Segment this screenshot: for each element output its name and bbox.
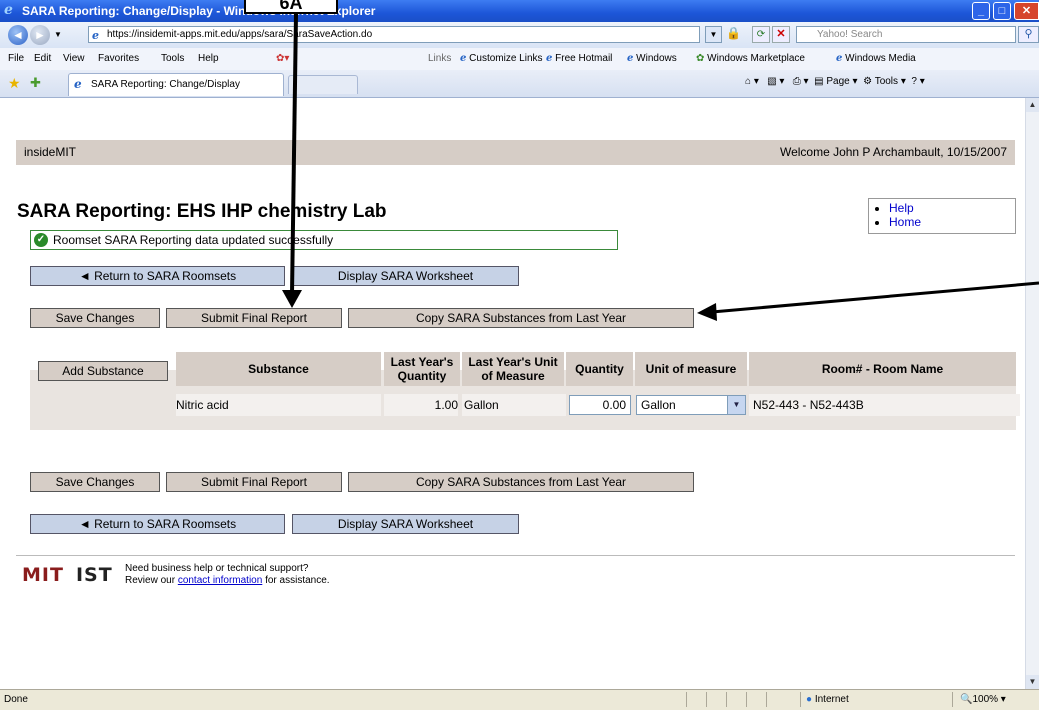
return-to-roomsets-button-bottom[interactable]: ◄ Return to SARA Roomsets	[30, 514, 285, 534]
tab-bar: ★ ✚ e SARA Reporting: Change/Display ⌂ ▾…	[0, 70, 1039, 98]
display-worksheet-button-bottom[interactable]: Display SARA Worksheet	[292, 514, 519, 534]
scroll-down-icon[interactable]: ▼	[1026, 675, 1039, 689]
menu-favorites[interactable]: Favorites	[98, 53, 139, 64]
vertical-scrollbar[interactable]: ▲ ▼	[1025, 98, 1039, 689]
return-to-roomsets-button[interactable]: ◄ Return to SARA Roomsets	[30, 266, 285, 286]
save-changes-button[interactable]: Save Changes	[30, 308, 160, 328]
new-tab-button[interactable]	[288, 75, 358, 94]
link-hotmail[interactable]: e Free Hotmail	[546, 53, 612, 64]
address-dropdown-icon[interactable]: ▼	[705, 26, 722, 43]
favorites-star-icon[interactable]: ★	[8, 75, 21, 92]
copy-substances-button[interactable]: Copy SARA Substances from Last Year	[348, 308, 694, 328]
contact-information-link[interactable]: contact information	[178, 575, 263, 586]
unit-of-measure-select[interactable]: Gallon ▼	[636, 395, 746, 415]
zoom-level[interactable]: 🔍100% ▾	[960, 690, 1006, 710]
tools-menu[interactable]: ⚙ Tools ▾	[863, 76, 906, 87]
back-button[interactable]: ◄	[8, 25, 28, 45]
page-title: SARA Reporting: EHS IHP chemistry Lab	[17, 201, 387, 222]
command-bar: ⌂ ▾ ▧ ▾ ⎙ ▾ ▤ Page ▾ ⚙ Tools ▾ ? ▾	[745, 76, 925, 87]
link-customize[interactable]: e Customize Links	[460, 53, 543, 64]
search-input[interactable]: Yahoo! Search	[796, 26, 1016, 43]
help-box: Help Home	[868, 198, 1016, 234]
security-zone: ● Internet	[806, 694, 849, 705]
stop-button[interactable]: ✕	[772, 26, 790, 43]
submit-final-report-button[interactable]: Submit Final Report	[166, 308, 342, 328]
page-icon: e	[92, 29, 99, 42]
menu-edit[interactable]: Edit	[34, 53, 51, 64]
feeds-icon[interactable]: ▧ ▾	[767, 76, 784, 87]
display-worksheet-button[interactable]: Display SARA Worksheet	[292, 266, 519, 286]
window-titlebar: e SARA Reporting: Change/Display - Windo…	[0, 0, 1039, 22]
cell-substance: Nitric acid	[176, 394, 381, 416]
header-substance: Substance	[176, 352, 381, 386]
header-last-unit: Last Year's Unit of Measure	[462, 352, 564, 386]
welcome-text: Welcome John P Archambault, 10/15/2007	[779, 145, 1007, 159]
help-link[interactable]: Help	[889, 201, 914, 215]
submit-final-report-button-bottom[interactable]: Submit Final Report	[166, 472, 342, 492]
header-room: Room# - Room Name	[749, 352, 1016, 386]
menu-tools[interactable]: Tools	[161, 53, 184, 64]
minimize-button[interactable]: _	[972, 2, 990, 20]
header-band: insideMIT Welcome John P Archambault, 10…	[16, 140, 1015, 165]
brand-label: insideMIT	[24, 145, 77, 159]
header-unit: Unit of measure	[635, 352, 747, 386]
link-windows[interactable]: e Windows	[627, 53, 677, 64]
copy-substances-button-bottom[interactable]: Copy SARA Substances from Last Year	[348, 472, 694, 492]
globe-icon: ●	[806, 694, 813, 705]
menu-file[interactable]: File	[8, 53, 24, 64]
check-icon: ✓	[34, 233, 48, 247]
links-label: Links	[428, 53, 452, 64]
zoom-icon: 🔍	[960, 694, 973, 705]
page-menu[interactable]: ▤ Page ▾	[814, 76, 857, 87]
header-quantity: Quantity	[566, 352, 633, 386]
forward-button[interactable]: ►	[30, 25, 50, 45]
status-bar: Done ● Internet 🔍100% ▾	[0, 689, 1039, 710]
add-substance-button[interactable]: Add Substance	[38, 361, 168, 381]
internet-explorer-icon: e	[4, 2, 13, 18]
status-text: Done	[4, 694, 28, 705]
close-button[interactable]: ✕	[1014, 2, 1039, 20]
scroll-up-icon[interactable]: ▲	[1026, 98, 1039, 112]
menu-view[interactable]: View	[63, 53, 85, 64]
address-bar: ◄ ► ▼ e https://insidemit-apps.mit.edu/a…	[0, 22, 1039, 49]
menu-help[interactable]: Help	[198, 53, 219, 64]
page-viewport: insideMIT Welcome John P Archambault, 10…	[0, 98, 1025, 689]
mit-ist-logo: MIT IST	[22, 564, 113, 586]
home-link[interactable]: Home	[889, 215, 921, 229]
menu-bar: File Edit View Favorites Tools Help ✿▾ L…	[0, 48, 1039, 71]
cell-last-unit: Gallon	[462, 394, 566, 416]
refresh-button[interactable]: ⟳	[752, 26, 770, 43]
header-last-qty: Last Year's Quantity	[384, 352, 460, 386]
maximize-button[interactable]: □	[993, 2, 1011, 20]
success-message: ✓ Roomset SARA Reporting data updated su…	[30, 230, 618, 250]
add-favorites-icon[interactable]: ✚	[30, 75, 41, 91]
lock-icon[interactable]: 🔒	[726, 26, 741, 40]
tab-page-icon: e	[74, 77, 82, 91]
save-changes-button-bottom[interactable]: Save Changes	[30, 472, 160, 492]
chevron-down-icon[interactable]: ▼	[727, 396, 745, 414]
search-icon[interactable]: ⚲	[1018, 26, 1039, 43]
home-icon[interactable]: ⌂ ▾	[745, 76, 759, 87]
link-marketplace[interactable]: ✿ Windows Marketplace	[696, 53, 805, 64]
cell-room: N52-443 - N52-443B	[749, 394, 1020, 416]
url-field[interactable]: e https://insidemit-apps.mit.edu/apps/sa…	[88, 26, 700, 43]
quantity-input[interactable]: 0.00	[569, 395, 631, 415]
cell-last-qty: 1.00	[384, 394, 458, 416]
print-icon[interactable]: ⎙ ▾	[793, 76, 809, 87]
help-icon[interactable]: ? ▾	[911, 76, 924, 87]
messenger-icon[interactable]: ✿▾	[276, 53, 289, 64]
callout-box: 6A	[244, 0, 338, 14]
tab-sara-reporting[interactable]: e SARA Reporting: Change/Display	[68, 73, 284, 96]
footer-divider	[16, 555, 1015, 556]
history-dropdown-icon[interactable]: ▼	[54, 30, 62, 39]
footer-text: Need business help or technical support?…	[125, 563, 330, 586]
link-windows-media[interactable]: e Windows Media	[836, 53, 916, 64]
